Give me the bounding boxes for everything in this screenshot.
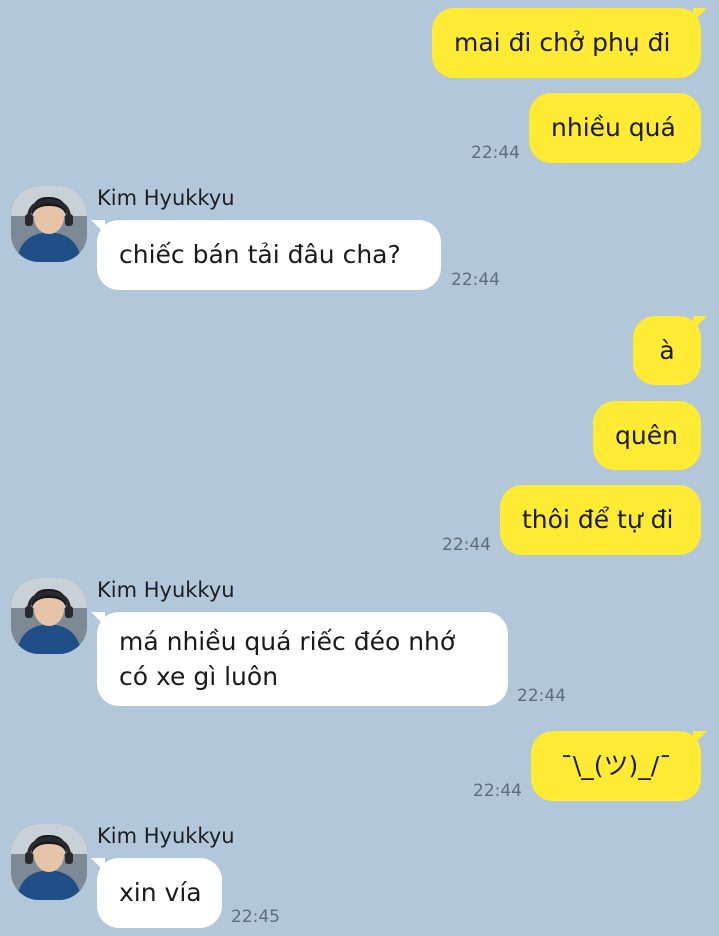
their-message-bubble[interactable]: xin vía — [91, 858, 222, 928]
my-message-bubble[interactable]: thôi để tự đi — [500, 485, 701, 555]
their-message-bubble[interactable]: má nhiều quá riếc đéo nhớ có xe gì luôn — [91, 612, 508, 706]
message-text: xin vía — [119, 878, 202, 907]
contact-avatar[interactable] — [11, 186, 87, 262]
my-message-bubble[interactable]: mai đi chở phụ đi — [432, 8, 707, 78]
message-timestamp: 22:44 — [451, 270, 500, 290]
message-timestamp: 22:44 — [517, 686, 566, 706]
message-text: thôi để tự đi — [522, 505, 674, 534]
my-message-bubble[interactable]: ¯\_(ツ)_/¯ — [531, 731, 707, 801]
their-message-bubble[interactable]: chiếc bán tải đâu cha? — [91, 220, 441, 290]
contact-avatar[interactable] — [11, 578, 87, 654]
contact-name: Kim Hyukkyu — [97, 186, 235, 210]
person-avatar-icon — [11, 186, 87, 262]
chat-thread[interactable]: mai đi chở phụ đi nhiều quá 22:44 Kim Hy… — [0, 0, 719, 936]
message-text-line: má nhiều quá riếc đéo nhớ — [119, 627, 456, 656]
contact-name: Kim Hyukkyu — [97, 824, 235, 848]
message-text: chiếc bán tải đâu cha? — [119, 240, 401, 269]
my-message-bubble[interactable]: à — [633, 316, 707, 385]
message-text-line: có xe gì luôn — [119, 662, 279, 691]
message-timestamp: 22:45 — [231, 907, 280, 927]
contact-avatar[interactable] — [11, 824, 87, 900]
my-message-bubble[interactable]: quên — [593, 401, 701, 470]
message-text: à — [659, 336, 675, 365]
message-text: ¯\_(ツ)_/¯ — [560, 751, 672, 780]
message-timestamp: 22:44 — [442, 535, 491, 555]
person-avatar-icon — [11, 824, 87, 900]
message-text: mai đi chở phụ đi — [454, 28, 671, 57]
person-avatar-icon — [11, 578, 87, 654]
message-text: quên — [615, 421, 678, 450]
message-timestamp: 22:44 — [473, 781, 522, 801]
message-timestamp: 22:44 — [471, 143, 520, 163]
contact-name: Kim Hyukkyu — [97, 578, 235, 602]
message-text: nhiều quá — [551, 113, 676, 142]
my-message-bubble[interactable]: nhiều quá — [529, 93, 701, 163]
